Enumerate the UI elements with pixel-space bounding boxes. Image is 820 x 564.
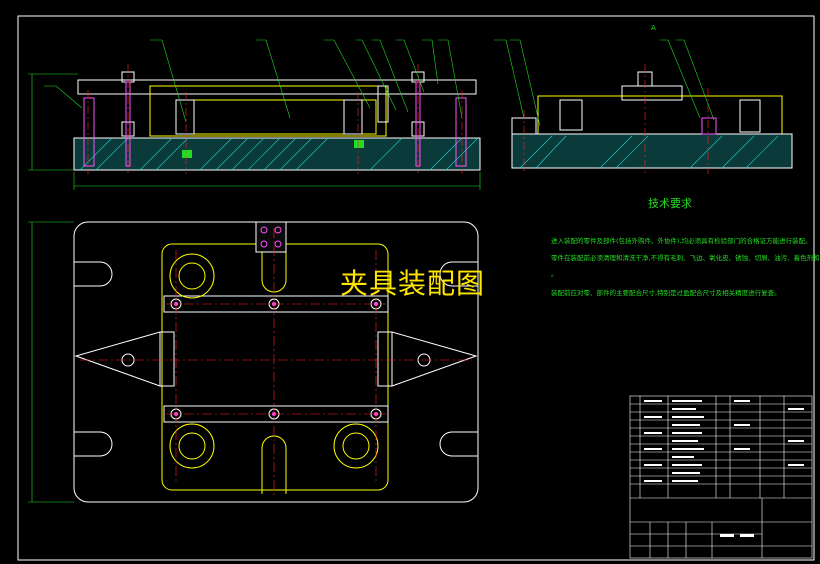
tech-requirement-line: 进入装配的零件及部件(包括外购件、外协件),均必须具有检验部门的合格证方能进行装… bbox=[551, 237, 812, 245]
title-block bbox=[629, 395, 813, 559]
drawing-title: 夹具装配图 bbox=[340, 267, 486, 300]
tech-requirement-line: 零件在装配前必须清理和清洗干净,不得有毛刺、飞边、氧化皮、锈蚀、切屑、油污、着色… bbox=[551, 254, 820, 262]
tech-requirement-line: 装配前应对零、部件的主要配合尺寸,特别是过盈配合尺寸及相关精度进行复查。 bbox=[551, 289, 781, 297]
front-section-view bbox=[28, 39, 481, 190]
side-section-view bbox=[494, 39, 793, 174]
tech-requirement-line: 。 bbox=[551, 270, 558, 278]
tech-requirements-heading: 技术要求 bbox=[648, 197, 692, 210]
section-marker-label: A bbox=[651, 24, 656, 32]
